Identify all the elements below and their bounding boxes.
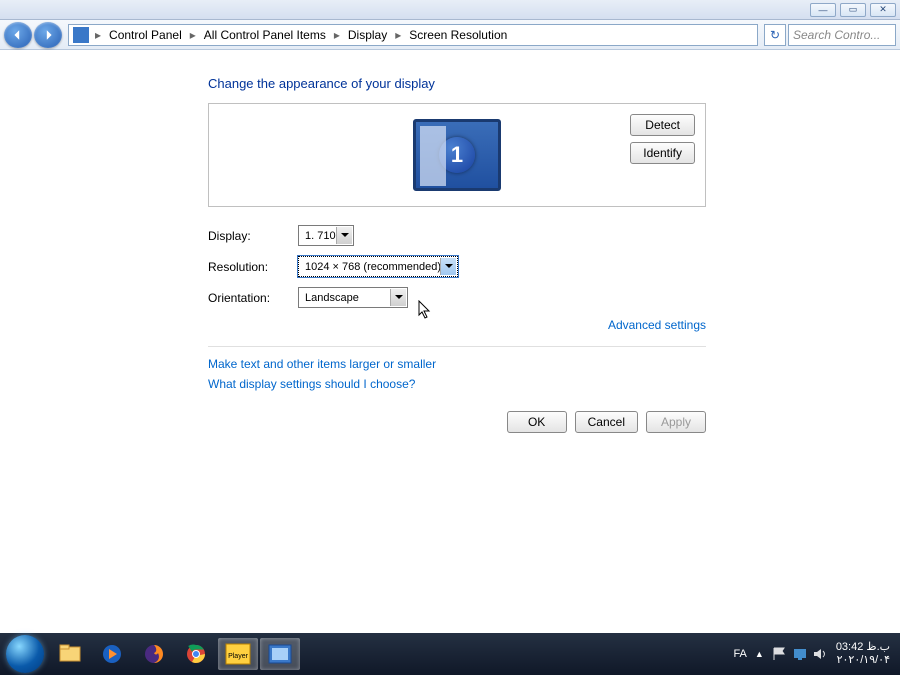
taskbar-controlpanel-icon[interactable] [260, 638, 300, 670]
tray-chevron-up-icon[interactable]: ▲ [755, 649, 764, 659]
maximize-button[interactable]: ▭ [840, 3, 866, 17]
refresh-button[interactable]: ↻ [764, 24, 786, 46]
flag-icon[interactable] [772, 646, 788, 662]
detect-button[interactable]: Detect [630, 114, 695, 136]
monitor-number-badge: 1 [439, 137, 475, 173]
identify-button[interactable]: Identify [630, 142, 695, 164]
chevron-right-icon: ▸ [393, 28, 403, 42]
chevron-down-icon [390, 289, 406, 306]
orientation-value: Landscape [305, 292, 359, 304]
monitor-thumbnail[interactable]: 1 [413, 119, 501, 191]
language-indicator[interactable]: FA [733, 648, 746, 660]
crumb-all-items[interactable]: All Control Panel Items [198, 26, 332, 44]
text-size-link[interactable]: Make text and other items larger or smal… [208, 357, 900, 371]
resolution-label: Resolution: [208, 260, 298, 274]
taskbar-mediaplayer-icon[interactable] [92, 638, 132, 670]
clock[interactable]: 03:42 ب.ظ ٢٠٢٠/١٩/٠۴ [836, 641, 894, 667]
resolution-value: 1024 × 768 (recommended) [305, 261, 441, 273]
start-button[interactable] [6, 635, 44, 673]
display-select[interactable]: 1. 710B [298, 225, 354, 246]
taskbar-player-icon[interactable]: Player [218, 638, 258, 670]
chevron-right-icon: ▸ [188, 28, 198, 42]
network-icon[interactable] [792, 646, 808, 662]
dialog-buttons: OK Cancel Apply [208, 411, 706, 433]
volume-icon[interactable] [812, 646, 828, 662]
ok-button[interactable]: OK [507, 411, 567, 433]
minimize-button[interactable]: — [810, 3, 836, 17]
system-tray: FA ▲ 03:42 ب.ظ ٢٠٢٠/١٩/٠۴ [733, 641, 894, 667]
advanced-settings-link[interactable]: Advanced settings [208, 318, 706, 332]
resolution-select[interactable]: 1024 × 768 (recommended) [298, 256, 458, 277]
apply-button: Apply [646, 411, 706, 433]
taskbar-items: Player [50, 638, 300, 670]
taskbar: Player FA ▲ 03:42 ب.ظ ٢٠٢٠/١٩/٠۴ [0, 633, 900, 675]
chevron-right-icon: ▸ [332, 28, 342, 42]
page-title: Change the appearance of your display [208, 76, 900, 91]
nav-bar: ▸ Control Panel ▸ All Control Panel Item… [0, 20, 900, 50]
help-link[interactable]: What display settings should I choose? [208, 377, 900, 391]
display-preview: 1 Detect Identify [208, 103, 706, 207]
taskbar-firefox-icon[interactable] [134, 638, 174, 670]
clock-time: 03:42 ب.ظ [836, 641, 890, 654]
cancel-button[interactable]: Cancel [575, 411, 638, 433]
close-button[interactable]: ✕ [870, 3, 896, 17]
divider [208, 346, 706, 347]
forward-button[interactable] [34, 22, 62, 48]
crumb-display[interactable]: Display [342, 26, 393, 44]
taskbar-chrome-icon[interactable] [176, 638, 216, 670]
display-label: Display: [208, 229, 298, 243]
address-bar[interactable]: ▸ Control Panel ▸ All Control Panel Item… [68, 24, 758, 46]
clock-date: ٢٠٢٠/١٩/٠۴ [836, 654, 890, 667]
orientation-select[interactable]: Landscape [298, 287, 408, 308]
crumb-control-panel[interactable]: Control Panel [103, 26, 188, 44]
search-input[interactable]: Search Contro... [788, 24, 896, 46]
control-panel-icon [73, 27, 89, 43]
settings-form: Display: 1. 710B Resolution: 1024 × 768 … [208, 225, 900, 308]
chevron-right-icon: ▸ [93, 28, 103, 42]
taskbar-explorer-icon[interactable] [50, 638, 90, 670]
content-pane: Change the appearance of your display 1 … [0, 50, 900, 633]
orientation-label: Orientation: [208, 291, 298, 305]
chevron-down-icon [440, 258, 456, 275]
back-button[interactable] [4, 22, 32, 48]
chevron-down-icon [336, 227, 352, 244]
svg-text:Player: Player [228, 653, 249, 660]
window-titlebar: — ▭ ✕ [0, 0, 900, 20]
crumb-screen-resolution[interactable]: Screen Resolution [403, 26, 513, 44]
